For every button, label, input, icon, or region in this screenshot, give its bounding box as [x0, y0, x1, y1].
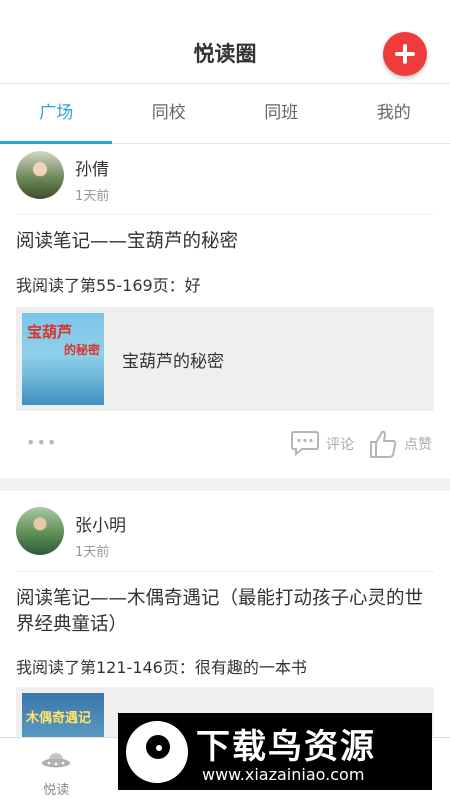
book-cover: 木偶奇遇记 — [22, 693, 104, 737]
book-title: 宝葫芦的秘密 — [122, 352, 224, 372]
divider — [16, 571, 434, 572]
comment-label: 评论 — [326, 437, 354, 453]
avatar[interactable] — [16, 507, 64, 555]
divider — [16, 214, 434, 215]
author-name[interactable]: 张小明 — [75, 511, 126, 536]
like-button[interactable]: 点赞 — [369, 429, 437, 459]
post-time: 1天前 — [75, 189, 110, 204]
bird-logo-icon — [126, 721, 188, 783]
tab-square[interactable]: 广场 — [0, 84, 113, 144]
watermark-banner: 下载鸟资源 www.xiazainiao.com — [118, 713, 432, 790]
app-header: 悦读圈 — [0, 0, 450, 84]
post-feed[interactable]: 孙倩 1天前 阅读笔记——宝葫芦的秘密 我阅读了第55-169页：好 宝葫芦 的… — [0, 145, 450, 737]
reading-progress: 我阅读了第121-146页：很有趣的一本书 — [16, 658, 307, 677]
book-link[interactable]: 宝葫芦 的秘密 宝葫芦的秘密 — [16, 307, 434, 411]
more-icon[interactable]: ••• — [26, 433, 57, 452]
comment-button[interactable]: 评论 — [290, 429, 358, 459]
tab-school[interactable]: 同校 — [113, 84, 226, 144]
cover-title: 宝葫芦 — [27, 323, 73, 341]
post-card[interactable]: 张小明 1天前 阅读笔记——木偶奇遇记（最能打动孩子心灵的世界经典童话） 我阅读… — [0, 491, 450, 737]
tab-class[interactable]: 同班 — [225, 84, 338, 144]
book-cover: 宝葫芦 的秘密 — [22, 313, 104, 405]
post-card[interactable]: 孙倩 1天前 阅读笔记——宝葫芦的秘密 我阅读了第55-169页：好 宝葫芦 的… — [0, 145, 450, 478]
watermark-text: 下载鸟资源 — [196, 727, 376, 767]
author-name[interactable]: 孙倩 — [75, 155, 109, 180]
reading-progress: 我阅读了第55-169页：好 — [16, 276, 201, 295]
post-title[interactable]: 阅读笔记——木偶奇遇记（最能打动孩子心灵的世界经典童话） — [16, 586, 436, 638]
post-time: 1天前 — [75, 545, 110, 560]
cover-title: 木偶奇遇记 — [26, 711, 92, 726]
tab-bar: 广场 同校 同班 我的 — [0, 84, 450, 144]
nav-label: 悦读 — [43, 783, 70, 798]
tab-mine[interactable]: 我的 — [338, 84, 450, 144]
thumbs-up-icon — [370, 430, 397, 458]
watermark-url: www.xiazainiao.com — [202, 765, 365, 784]
add-post-button[interactable] — [383, 32, 427, 76]
comment-icon — [291, 431, 319, 457]
cover-subtitle: 的秘密 — [64, 343, 101, 357]
nav-item-reading[interactable]: 悦读 — [0, 738, 113, 800]
ufo-icon — [42, 753, 70, 768]
like-label: 点赞 — [404, 437, 432, 453]
avatar[interactable] — [16, 151, 64, 199]
post-title[interactable]: 阅读笔记——宝葫芦的秘密 — [16, 229, 436, 255]
